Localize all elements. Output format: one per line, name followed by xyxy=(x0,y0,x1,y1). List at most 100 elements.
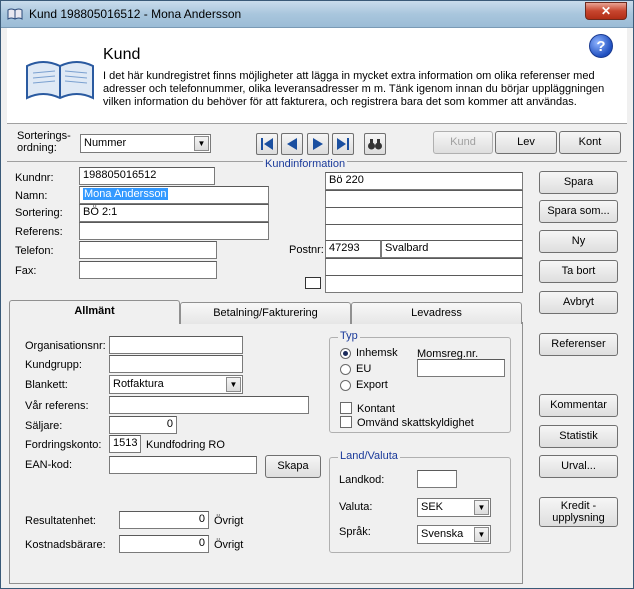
address1-input[interactable]: Bö 220 xyxy=(325,172,523,190)
next-icon xyxy=(313,138,323,150)
landkod-label: Landkod: xyxy=(339,474,385,486)
landkod-input[interactable] xyxy=(417,470,457,488)
radio-export[interactable] xyxy=(340,380,351,391)
org-label: Organisationsnr: xyxy=(25,340,106,352)
info-header: Kund I det här kundregistret finns möjli… xyxy=(7,28,627,124)
omvand-label: Omvänd skattskyldighet xyxy=(357,417,474,429)
address-card-icon[interactable] xyxy=(305,277,321,289)
country-input[interactable] xyxy=(325,258,523,276)
chevron-down-icon: ▼ xyxy=(474,527,489,542)
title-bar[interactable]: Kund 198805016512 - Mona Andersson ✕ xyxy=(1,1,633,28)
chevron-down-icon: ▼ xyxy=(194,136,209,151)
skip-last-icon xyxy=(337,138,349,150)
fax-input[interactable] xyxy=(79,261,217,279)
first-record-button[interactable] xyxy=(256,133,278,155)
namn-input[interactable]: Mona Andersson xyxy=(79,186,269,204)
close-button[interactable]: ✕ xyxy=(585,2,627,20)
valuta-label: Valuta: xyxy=(339,501,373,513)
lev-button[interactable]: Lev xyxy=(495,131,557,154)
prev-record-button[interactable] xyxy=(281,133,303,155)
var-ref-input[interactable] xyxy=(109,396,309,414)
resultat-label: Resultatenhet: xyxy=(25,515,96,527)
kundnr-input[interactable]: 198805016512 xyxy=(79,167,215,185)
new-button[interactable]: Ny xyxy=(539,230,618,253)
book-icon xyxy=(7,8,23,20)
kontant-checkbox[interactable] xyxy=(340,402,352,414)
postnr-label: Postnr: xyxy=(289,244,324,256)
referens-input[interactable] xyxy=(79,222,269,240)
resultat-name: Övrigt xyxy=(214,515,244,527)
comment-button[interactable]: Kommentar xyxy=(539,394,618,417)
address3-input[interactable] xyxy=(325,207,523,225)
statistics-button[interactable]: Statistik xyxy=(539,425,618,448)
valuta-value: SEK xyxy=(421,501,444,513)
fordring-name: Kundfodring RO xyxy=(146,439,225,451)
org-input[interactable] xyxy=(109,336,243,354)
tab-allmant[interactable]: Allmänt xyxy=(9,300,180,324)
sprak-select[interactable]: Svenska ▼ xyxy=(417,525,491,544)
selection-button[interactable]: Urval... xyxy=(539,455,618,478)
ort-input[interactable]: Svalbard xyxy=(381,240,523,258)
fordring-label: Fordringskonto: xyxy=(25,439,102,451)
save-as-button[interactable]: Spara som... xyxy=(539,200,618,223)
help-icon[interactable]: ? xyxy=(589,34,613,58)
ean-label: EAN-kod: xyxy=(25,459,73,471)
blankett-select[interactable]: Rotfaktura ▼ xyxy=(109,375,243,394)
export-label: Export xyxy=(356,379,388,391)
eu-label: EU xyxy=(356,363,372,375)
chevron-down-icon: ▼ xyxy=(474,500,489,515)
search-button[interactable] xyxy=(364,133,386,155)
tab-betalning[interactable]: Betalning/Fakturering xyxy=(180,302,351,324)
sort-label-line2: ordning: xyxy=(17,142,57,154)
tab-levadress[interactable]: Levadress xyxy=(351,302,522,324)
sort-order-value: Nummer xyxy=(84,137,127,149)
telefon-label: Telefon: xyxy=(15,245,54,257)
customer-window: Kund 198805016512 - Mona Andersson ✕ Kun… xyxy=(0,0,634,589)
sortering-label: Sortering: xyxy=(15,207,63,219)
references-button[interactable]: Referenser xyxy=(539,333,618,356)
resultat-input[interactable]: 0 xyxy=(119,511,209,529)
kontant-label: Kontant xyxy=(357,403,395,415)
delete-button[interactable]: Ta bort xyxy=(539,260,618,283)
ean-input[interactable] xyxy=(109,456,257,474)
sort-label-line1: Sorterings- xyxy=(17,130,71,142)
credit-check-button[interactable]: Kredit - upplysning xyxy=(539,497,618,527)
customer-info-label: Kundinformation xyxy=(263,158,348,170)
radio-eu[interactable] xyxy=(340,364,351,375)
namn-value: Mona Andersson xyxy=(83,188,168,200)
telefon-input[interactable] xyxy=(79,241,217,259)
window-title: Kund 198805016512 - Mona Andersson xyxy=(29,7,242,21)
momsreg-input[interactable] xyxy=(417,359,505,377)
sortering-input[interactable]: BÖ 2:1 xyxy=(79,204,269,222)
extra-address-input[interactable] xyxy=(325,275,523,293)
create-ean-button[interactable]: Skapa xyxy=(265,455,321,478)
valuta-select[interactable]: SEK ▼ xyxy=(417,498,491,517)
postnr-input[interactable]: 47293 xyxy=(325,240,381,258)
client-area: Kund I det här kundregistret finns möjli… xyxy=(7,28,627,584)
header-description: I det här kundregistret finns möjlighete… xyxy=(103,70,605,108)
binoculars-icon xyxy=(368,139,382,150)
kostnad-input[interactable]: 0 xyxy=(119,535,209,553)
kont-button[interactable]: Kont xyxy=(559,131,621,154)
page-title: Kund xyxy=(103,46,141,63)
fordring-input[interactable]: 1513 xyxy=(109,435,141,453)
saljare-label: Säljare: xyxy=(25,420,63,432)
kostnad-label: Kostnadsbärare: xyxy=(25,539,106,551)
cancel-button[interactable]: Avbryt xyxy=(539,291,618,314)
skip-first-icon xyxy=(261,138,273,150)
kundnr-label: Kundnr: xyxy=(15,172,54,184)
last-record-button[interactable] xyxy=(332,133,354,155)
address2-input[interactable] xyxy=(325,190,523,208)
sort-order-select[interactable]: Nummer ▼ xyxy=(80,134,211,153)
save-button[interactable]: Spara xyxy=(539,171,618,194)
kundgrupp-input[interactable] xyxy=(109,355,243,373)
next-record-button[interactable] xyxy=(307,133,329,155)
saljare-input[interactable]: 0 xyxy=(109,416,177,434)
blankett-value: Rotfaktura xyxy=(113,378,164,390)
omvand-checkbox[interactable] xyxy=(340,416,352,428)
var-ref-label: Vår referens: xyxy=(25,400,89,412)
open-book-icon xyxy=(26,61,94,100)
kund-button[interactable]: Kund xyxy=(433,131,493,154)
radio-inhemsk[interactable] xyxy=(340,348,351,359)
fax-label: Fax: xyxy=(15,265,37,277)
